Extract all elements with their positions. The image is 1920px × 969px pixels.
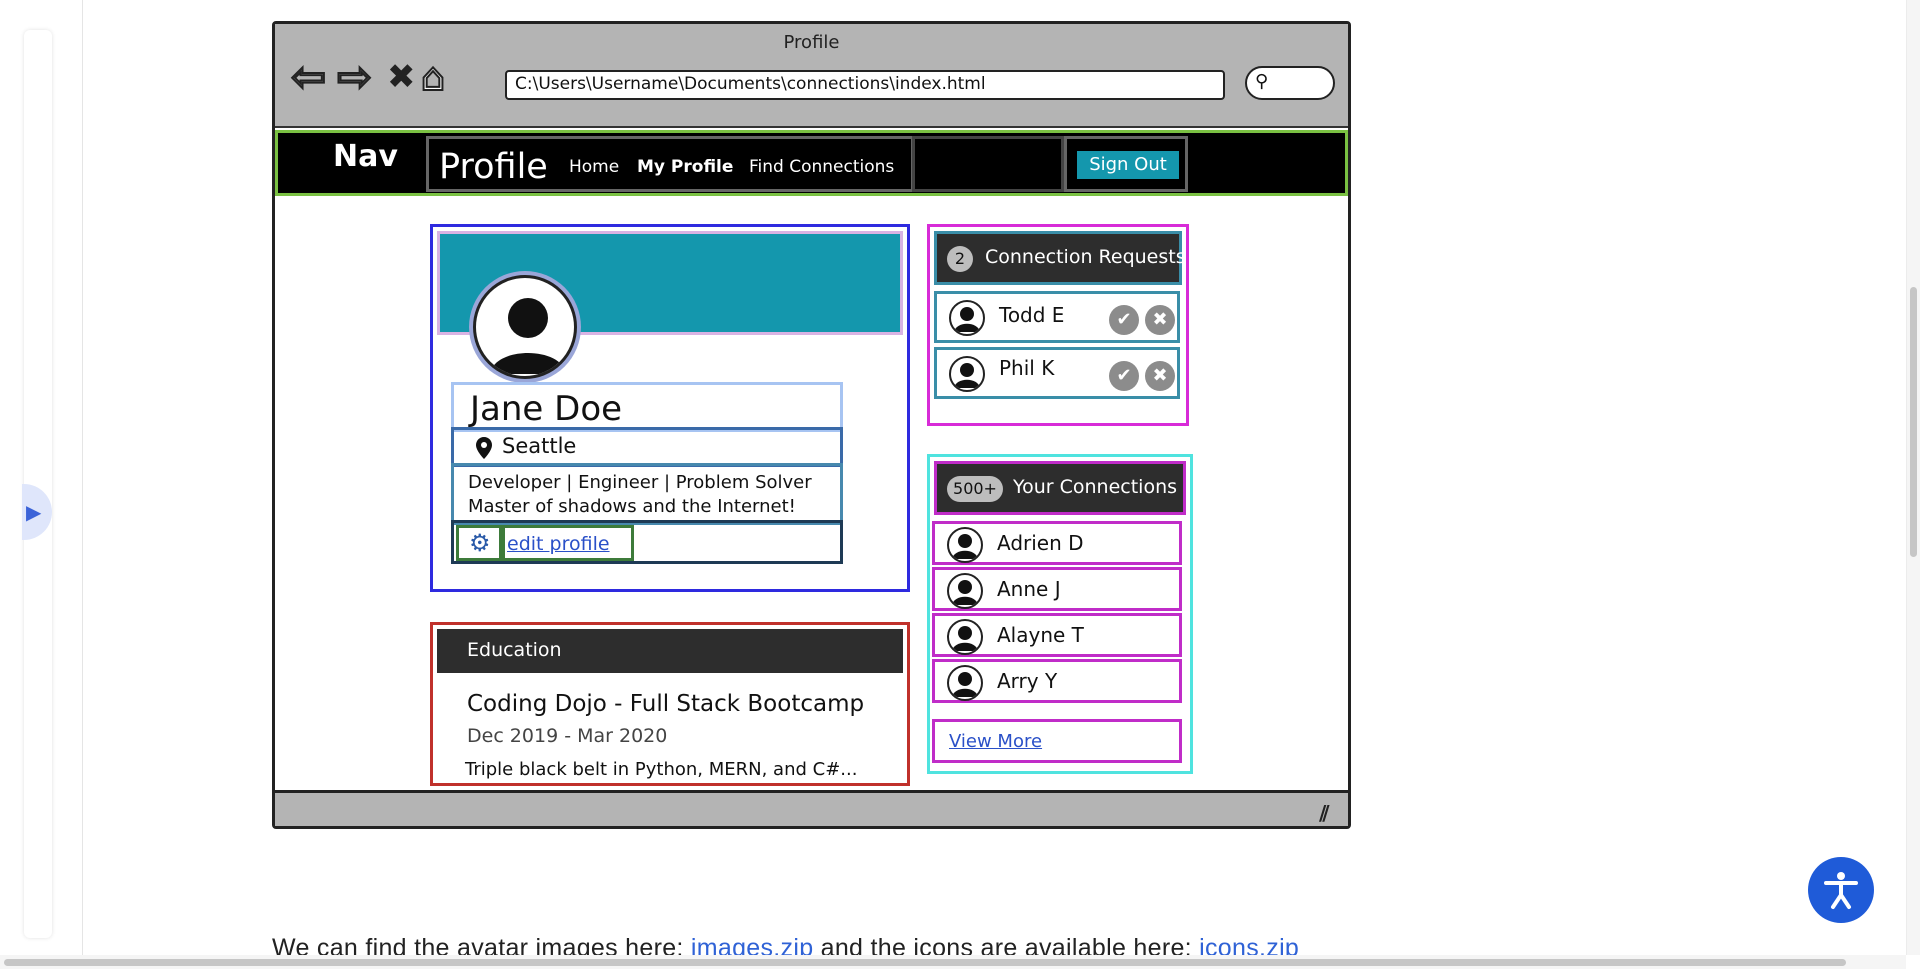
view-more-link[interactable]: View More — [949, 731, 1042, 752]
connections-count-badge: 500+ — [947, 476, 1003, 502]
request-item: Todd E ✔ ✖ — [934, 291, 1180, 343]
divider — [82, 0, 83, 969]
profile-location: Seattle — [502, 434, 577, 458]
home-icon[interactable]: ⌂ — [420, 54, 446, 100]
browser-titlebar: Profile ⇦ ⇨ ✖ ⌂ C:\Users\Username\Docume… — [275, 24, 1348, 128]
education-school: Coding Dojo - Full Stack Bootcamp — [467, 691, 865, 717]
address-bar[interactable]: C:\Users\Username\Documents\connections\… — [505, 70, 1225, 100]
user-avatar-icon — [952, 534, 978, 559]
nav-spacer — [912, 136, 1064, 192]
request-item: Phil K ✔ ✖ — [934, 347, 1180, 399]
accessibility-button[interactable] — [1808, 857, 1874, 923]
request-name: Phil K — [999, 356, 1055, 380]
edit-profile-link[interactable]: edit profile — [507, 533, 610, 555]
search-icon: ⚲ — [1255, 71, 1269, 92]
nav-brand[interactable]: Profile — [439, 147, 548, 187]
bio-section: Developer | Engineer | Problem Solver Ma… — [451, 463, 843, 525]
window-title: Profile — [783, 32, 840, 53]
user-avatar-icon — [952, 580, 978, 605]
user-avatar-icon — [954, 363, 980, 388]
connection-item[interactable]: Adrien D — [932, 521, 1182, 565]
user-avatar-icon — [490, 298, 566, 374]
connections-title: Your Connections — [1013, 476, 1178, 498]
accept-check-icon[interactable]: ✔ — [1109, 305, 1139, 335]
connection-name: Arry Y — [997, 669, 1058, 693]
vertical-scroll-thumb[interactable] — [1910, 287, 1917, 557]
decline-x-icon[interactable]: ✖ — [1145, 305, 1175, 335]
avatar — [947, 665, 983, 701]
connection-item[interactable]: Alayne T — [932, 613, 1182, 657]
gear-icon: ⚙ — [469, 529, 491, 557]
requests-header: 2 Connection Requests — [934, 231, 1186, 285]
forward-arrow-icon[interactable]: ⇨ — [336, 53, 373, 101]
browser-statusbar: // — [275, 790, 1348, 826]
chevron-right-icon: ▶ — [26, 501, 42, 524]
connection-name: Adrien D — [997, 531, 1084, 555]
education-title: Education — [467, 639, 562, 661]
avatar — [949, 356, 985, 392]
profile-avatar — [473, 275, 577, 379]
bio-line-2: Master of shadows and the Internet! — [468, 496, 796, 517]
nav-label: Nav — [333, 139, 398, 174]
accept-check-icon[interactable]: ✔ — [1109, 361, 1139, 391]
edit-row: ⚙ edit profile — [451, 520, 843, 564]
avatar — [947, 619, 983, 655]
nav-link-home[interactable]: Home — [569, 157, 619, 177]
bio-line-1: Developer | Engineer | Problem Solver — [468, 472, 812, 493]
requests-title: Connection Requests — [985, 246, 1186, 268]
connection-item[interactable]: Arry Y — [932, 659, 1182, 703]
education-header: Education — [437, 629, 903, 673]
horizontal-scroll-thumb[interactable] — [4, 959, 1846, 966]
education-dates: Dec 2019 - Mar 2020 — [467, 725, 668, 747]
user-avatar-icon — [952, 672, 978, 697]
decline-x-icon[interactable]: ✖ — [1145, 361, 1175, 391]
gear-box[interactable]: ⚙ — [456, 525, 502, 561]
education-card: Education Coding Dojo - Full Stack Bootc… — [430, 622, 910, 786]
profile-name: Jane Doe — [470, 389, 623, 429]
connection-name: Alayne T — [997, 623, 1084, 647]
connections-card: 500+ Your Connections Adrien D Anne J Al… — [927, 454, 1193, 774]
connection-name: Anne J — [997, 577, 1061, 601]
edit-profile-box: edit profile — [502, 525, 634, 561]
browser-search-button[interactable]: ⚲ — [1245, 66, 1335, 100]
location-section: Seattle — [451, 427, 843, 467]
back-arrow-icon[interactable]: ⇦ — [290, 53, 327, 101]
navbar: Nav Profile Home My Profile Find Connect… — [275, 130, 1348, 196]
avatar — [947, 527, 983, 563]
education-description: Triple black belt in Python, MERN, and C… — [465, 759, 858, 780]
nav-brand-group: Profile Home My Profile Find Connections — [426, 136, 914, 192]
nav-link-my-profile[interactable]: My Profile — [637, 157, 733, 177]
connection-requests-card: 2 Connection Requests Todd E ✔ ✖ Phil K … — [927, 224, 1189, 426]
user-avatar-icon — [954, 307, 980, 332]
sign-out-button[interactable]: Sign Out — [1077, 151, 1179, 179]
accessibility-icon — [1824, 872, 1858, 909]
view-more-box: View More — [932, 719, 1182, 763]
signout-group: Sign Out — [1064, 136, 1188, 192]
avatar — [947, 573, 983, 609]
nav-link-find-connections[interactable]: Find Connections — [749, 157, 894, 177]
connections-header: 500+ Your Connections — [934, 461, 1186, 515]
close-x-icon[interactable]: ✖ — [387, 54, 416, 100]
name-section: Jane Doe — [451, 382, 843, 432]
request-name: Todd E — [999, 303, 1065, 327]
wireframe-window: Profile ⇦ ⇨ ✖ ⌂ C:\Users\Username\Docume… — [272, 21, 1351, 829]
map-pin-icon — [476, 437, 492, 459]
user-avatar-icon — [952, 626, 978, 651]
connection-item[interactable]: Anne J — [932, 567, 1182, 611]
requests-count-badge: 2 — [947, 246, 973, 272]
avatar — [949, 300, 985, 336]
resize-grip-icon[interactable]: // — [1319, 801, 1329, 825]
profile-card: Jane Doe Seattle Developer | Engineer | … — [430, 224, 910, 592]
